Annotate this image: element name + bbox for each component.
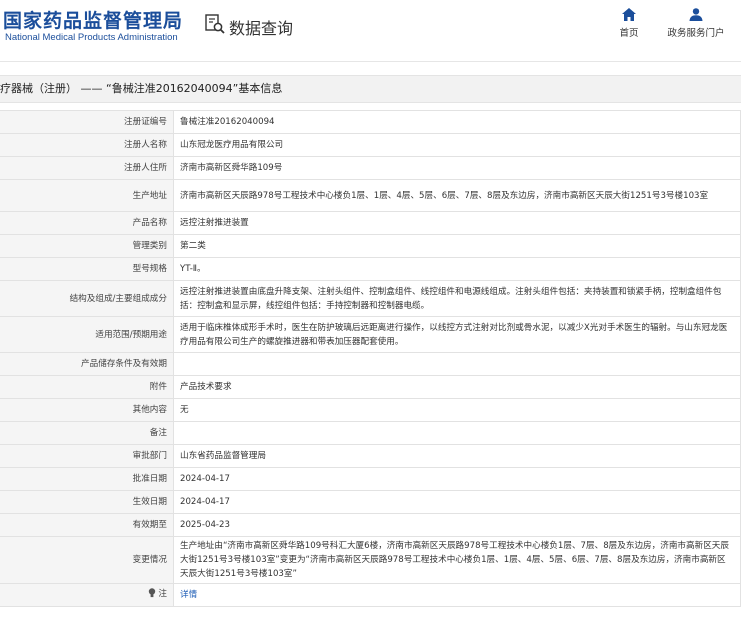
field-label: 产品名称	[0, 211, 174, 235]
home-icon	[622, 8, 636, 21]
field-label: 适用范围/预期用途	[0, 316, 174, 353]
table-row: 备注	[0, 421, 741, 445]
field-value: 远控注射推进装置	[173, 211, 741, 235]
table-row: 生产地址 济南市高新区天辰路978号工程技术中心楼负1层、1层、4层、5层、6层…	[0, 179, 741, 212]
field-label: 注册人住所	[0, 156, 174, 180]
field-label: 备注	[0, 421, 174, 445]
field-value: 产品技术要求	[173, 375, 741, 399]
field-value: 2024-04-17	[173, 467, 741, 491]
top-header: 国家药品监督管理局 National Medical Products Admi…	[0, 0, 741, 62]
field-value: 2024-04-17	[173, 490, 741, 514]
field-value: 远控注射推进装置由底盘升降支架、注射头组件、控制盒组件、线控组件和电源线组成。注…	[173, 280, 741, 317]
search-document-icon	[204, 13, 226, 40]
table-row: 管理类别 第二类	[0, 234, 741, 258]
field-label: 产品储存条件及有效期	[0, 352, 174, 376]
field-value	[173, 421, 741, 445]
field-value: 第二类	[173, 234, 741, 258]
table-row: 型号规格 YT-Ⅱ。	[0, 257, 741, 281]
field-label: 管理类别	[0, 234, 174, 258]
table-row: 审批部门 山东省药品监督管理局	[0, 444, 741, 468]
note-label-cell: 注	[0, 583, 174, 607]
table-row: 生效日期 2024-04-17	[0, 490, 741, 514]
table-row: 注册证编号 鲁械注准20162040094	[0, 110, 741, 134]
field-label: 结构及组成/主要组成成分	[0, 280, 174, 317]
field-label: 批准日期	[0, 467, 174, 491]
field-value: 山东冠龙医疗用品有限公司	[173, 133, 741, 157]
lightbulb-icon	[148, 588, 156, 603]
field-value: 生产地址由“济南市高新区舜华路109号科汇大厦6楼，济南市高新区天辰路978号工…	[173, 536, 741, 584]
field-label: 型号规格	[0, 257, 174, 281]
data-query-label: 数据查询	[229, 18, 294, 38]
field-value-cell: 详情	[173, 583, 741, 607]
field-value: YT-Ⅱ。	[173, 257, 741, 281]
user-icon	[689, 8, 703, 21]
field-label: 注册证编号	[0, 110, 174, 134]
field-value: 适用于临床椎体成形手术时，医生在防护玻璃后远距离进行操作，以线控方式注射对比剂或…	[173, 316, 741, 353]
table-row: 产品储存条件及有效期	[0, 352, 741, 376]
details-link[interactable]: 详情	[180, 590, 197, 600]
field-value: 山东省药品监督管理局	[173, 444, 741, 468]
field-value	[173, 352, 741, 376]
table-row: 产品名称 远控注射推进装置	[0, 211, 741, 235]
field-value: 2025-04-23	[173, 513, 741, 537]
field-label: 附件	[0, 375, 174, 399]
field-label: 其他内容	[0, 398, 174, 422]
page-title: 疗器械（注册） —— “鲁械注准20162040094”基本信息	[0, 75, 741, 103]
nav-home-link[interactable]: 首页	[612, 8, 646, 39]
nav-portal-link[interactable]: 政务服务门户	[660, 8, 732, 39]
field-label: 注	[158, 589, 167, 599]
table-row: 结构及组成/主要组成成分 远控注射推进装置由底盘升降支架、注射头组件、控制盒组件…	[0, 280, 741, 317]
field-value: 济南市高新区舜华路109号	[173, 156, 741, 180]
table-row: 批准日期 2024-04-17	[0, 467, 741, 491]
table-row: 有效期至 2025-04-23	[0, 513, 741, 537]
field-label: 变更情况	[0, 536, 174, 584]
field-value: 无	[173, 398, 741, 422]
table-row: 适用范围/预期用途 适用于临床椎体成形手术时，医生在防护玻璃后远距离进行操作，以…	[0, 316, 741, 353]
nav-portal-label: 政务服务门户	[667, 28, 725, 39]
table-row: 注 详情	[0, 583, 741, 607]
table-row: 变更情况 生产地址由“济南市高新区舜华路109号科汇大厦6楼，济南市高新区天辰路…	[0, 536, 741, 584]
field-label: 有效期至	[0, 513, 174, 537]
detail-table: 注册证编号 鲁械注准20162040094 注册人名称 山东冠龙医疗用品有限公司…	[0, 110, 741, 607]
logo-title-en[interactable]: National Medical Products Administration	[5, 32, 178, 43]
field-label: 注册人名称	[0, 133, 174, 157]
data-query-heading: 数据查询	[204, 13, 293, 40]
field-label: 生效日期	[0, 490, 174, 514]
table-row: 注册人名称 山东冠龙医疗用品有限公司	[0, 133, 741, 157]
logo-title-cn[interactable]: 国家药品监督管理局	[3, 6, 183, 33]
nav-home-label: 首页	[619, 28, 639, 39]
table-row: 其他内容 无	[0, 398, 741, 422]
field-label: 生产地址	[0, 179, 174, 212]
table-row: 注册人住所 济南市高新区舜华路109号	[0, 156, 741, 180]
field-value: 济南市高新区天辰路978号工程技术中心楼负1层、1层、4层、5层、6层、7层、8…	[173, 179, 741, 212]
field-label: 审批部门	[0, 444, 174, 468]
table-row: 附件 产品技术要求	[0, 375, 741, 399]
field-value: 鲁械注准20162040094	[173, 110, 741, 134]
